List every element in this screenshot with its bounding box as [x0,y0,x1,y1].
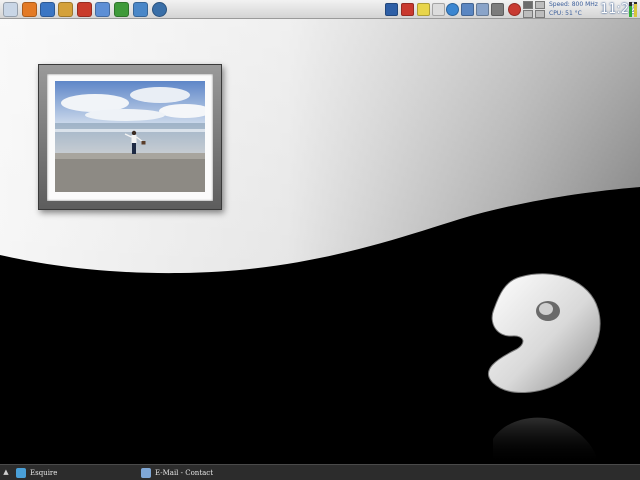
cpu-temp-text: CPU: 51 °C [549,10,582,17]
recycle-icon[interactable] [114,2,129,17]
file-manager-icon[interactable] [58,2,73,17]
show-desktop-button[interactable]: ▲ [2,468,10,477]
display-icon[interactable] [461,3,474,16]
taskbar-item-label: Esquire [30,468,58,477]
main-menu-icon[interactable] [3,2,18,17]
cpu-meter-2-fill [634,4,637,17]
firefox-icon[interactable] [22,2,37,17]
taskbar-item-label: E-Mail - Contact [155,468,214,477]
messenger-icon[interactable] [446,3,459,16]
cpu-speed-text: Speed: 800 MHz [549,1,598,8]
monitor-icon[interactable] [385,3,398,16]
taskbar: ▲ Esquire E-Mail - Contact [0,464,640,480]
settings-icon[interactable] [133,2,148,17]
desktop[interactable] [0,19,640,464]
notes-icon[interactable] [417,3,430,16]
workspace-3[interactable] [523,10,533,18]
taskbar-item-email-contact[interactable]: E-Mail - Contact [141,465,281,480]
cpu-meter-1-fill [629,6,632,17]
beach-photo [55,81,205,192]
tools-icon[interactable] [491,3,504,16]
photo-mat [47,74,213,201]
workspace-2[interactable] [535,1,545,9]
app-window-icon [16,467,26,478]
update-icon[interactable] [508,3,521,16]
globe-icon[interactable] [152,2,167,17]
workspace-1[interactable] [523,1,533,9]
network-icon[interactable] [40,2,55,17]
document-icon[interactable] [432,3,445,16]
workspace-4[interactable] [535,10,545,18]
photo-frame-widget[interactable] [38,64,222,210]
cpu-meter-1 [629,2,632,17]
text-editor-icon[interactable] [95,2,110,17]
screenshot-icon[interactable] [476,3,489,16]
email-window-icon [141,467,151,478]
firewall-icon[interactable] [401,3,414,16]
top-panel: Speed: 800 MHz CPU: 51 °C 11:22 [0,0,640,19]
cpu-meter-2 [634,2,637,17]
mail-icon[interactable] [77,2,92,17]
taskbar-item-esquire[interactable]: Esquire [16,465,134,480]
